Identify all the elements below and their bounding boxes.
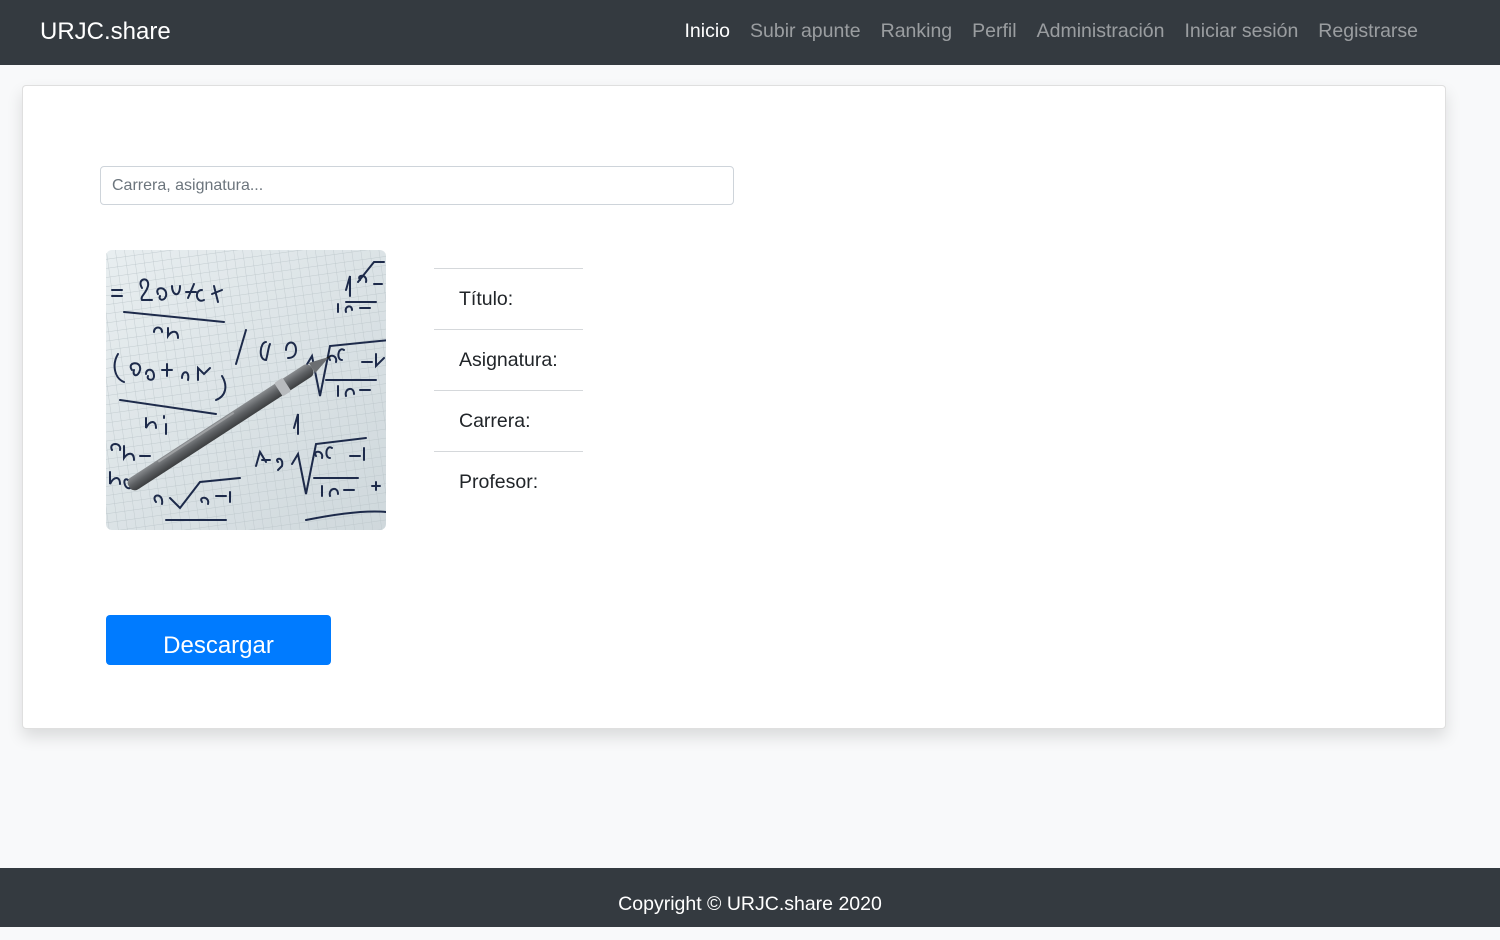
nav-link-registrarse[interactable]: Registrarse <box>1318 16 1418 46</box>
detail-carrera: Carrera: <box>434 390 583 451</box>
search-input[interactable] <box>100 166 734 205</box>
nav-link-ranking[interactable]: Ranking <box>881 16 953 46</box>
copyright-text: Copyright © URJC.share 2020 <box>618 893 882 915</box>
nav-links: Inicio Subir apunte Ranking Perfil Admin… <box>684 16 1418 46</box>
note-card: Título: Asignatura: Carrera: Profesor: D… <box>22 85 1446 729</box>
brand-logo-link[interactable]: URJC.share <box>40 16 171 48</box>
nav-link-subir-apunte[interactable]: Subir apunte <box>750 16 861 46</box>
nav-link-administracion[interactable]: Administración <box>1037 16 1165 46</box>
nav-link-iniciar-sesion[interactable]: Iniciar sesión <box>1184 16 1298 46</box>
nav-link-inicio[interactable]: Inicio <box>684 16 730 46</box>
detail-profesor: Profesor: <box>434 451 583 512</box>
top-navbar: URJC.share Inicio Subir apunte Ranking P… <box>0 0 1500 65</box>
page-footer: Copyright © URJC.share 2020 <box>0 868 1500 927</box>
note-details-list: Título: Asignatura: Carrera: Profesor: <box>434 268 583 512</box>
detail-titulo: Título: <box>434 268 583 329</box>
detail-asignatura: Asignatura: <box>434 329 583 390</box>
note-thumbnail-image <box>106 250 386 530</box>
download-button[interactable]: Descargar <box>106 615 331 665</box>
nav-link-perfil[interactable]: Perfil <box>972 16 1016 46</box>
